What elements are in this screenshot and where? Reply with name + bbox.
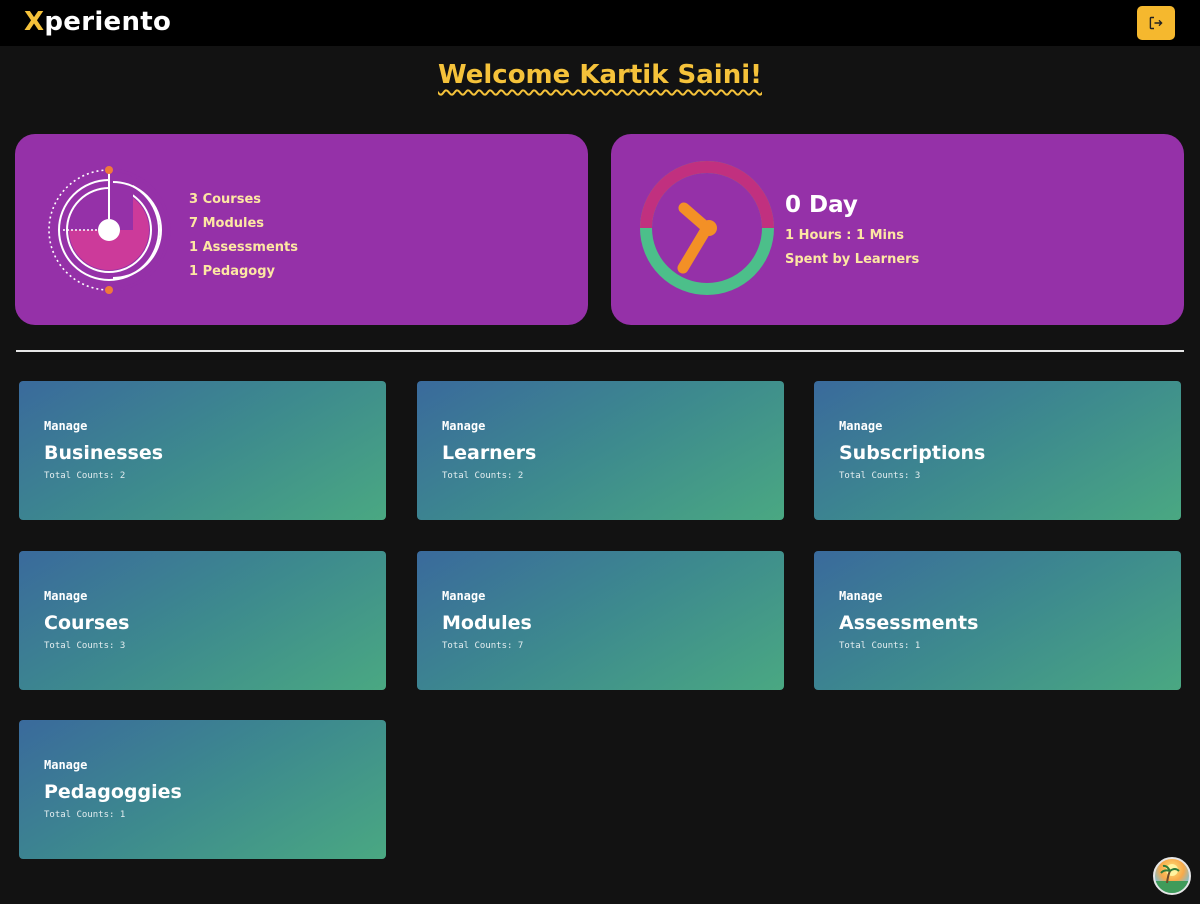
manage-label: Manage: [442, 589, 486, 603]
tile-title: Subscriptions: [839, 442, 986, 464]
tile-count: Total Counts: 3: [44, 641, 126, 651]
logout-button[interactable]: [1137, 6, 1175, 40]
manage-label: Manage: [44, 589, 88, 603]
content-radial-chart: [48, 166, 171, 294]
tile-count: Total Counts: 2: [44, 471, 126, 481]
tile-count: Total Counts: 2: [442, 471, 524, 481]
logout-icon: [1149, 16, 1163, 30]
clock-icon: [640, 161, 774, 295]
welcome-heading: Welcome Kartik Saini!: [437, 60, 762, 90]
tile-title: Learners: [442, 442, 537, 464]
manage-label: Manage: [839, 419, 883, 433]
stat-courses: 3 Courses: [189, 192, 262, 207]
manage-courses-card[interactable]: Manage Courses Total Counts: 3: [19, 551, 386, 690]
days-value: 0 Day: [785, 192, 858, 218]
manage-assessments-card[interactable]: Manage Assessments Total Counts: 1: [814, 551, 1181, 690]
app-logo[interactable]: Xperiento: [24, 7, 171, 37]
tile-title: Courses: [44, 612, 130, 634]
welcome-banner: Welcome Kartik Saini!: [0, 60, 1200, 90]
tile-count: Total Counts: 7: [442, 641, 524, 651]
stat-modules: 7 Modules: [189, 216, 265, 231]
avatar-button[interactable]: [1153, 857, 1191, 895]
learner-time-card: 0 Day 1 Hours : 1 Mins Spent by Learners: [611, 134, 1184, 325]
manage-label: Manage: [839, 589, 883, 603]
tile-count: Total Counts: 3: [839, 471, 921, 481]
manage-label: Manage: [442, 419, 486, 433]
manage-subscriptions-card[interactable]: Manage Subscriptions Total Counts: 3: [814, 381, 1181, 520]
content-stats-list: 3 Courses 7 Modules 1 Assessments 1 Peda…: [189, 188, 298, 284]
tile-count: Total Counts: 1: [44, 810, 126, 820]
stat-pedagogy: 1 Pedagogy: [189, 264, 276, 279]
manage-modules-card[interactable]: Manage Modules Total Counts: 7: [417, 551, 784, 690]
tile-title: Businesses: [44, 442, 164, 464]
tile-title: Assessments: [839, 612, 979, 634]
manage-label: Manage: [44, 419, 88, 433]
palm-island-icon: [1155, 864, 1189, 893]
tile-title: Modules: [442, 612, 532, 634]
top-navbar: Xperiento: [0, 0, 1200, 46]
stat-assessments: 1 Assessments: [189, 240, 298, 255]
tile-count: Total Counts: 1: [839, 641, 921, 651]
manage-label: Manage: [44, 758, 88, 772]
manage-learners-card[interactable]: Manage Learners Total Counts: 2: [417, 381, 784, 520]
manage-businesses-card[interactable]: Manage Businesses Total Counts: 2: [19, 381, 386, 520]
manage-pedagogies-card[interactable]: Manage Pedagoggies Total Counts: 1: [19, 720, 386, 859]
spent-label: Spent by Learners: [785, 252, 920, 267]
tile-title: Pedagoggies: [44, 781, 182, 803]
section-divider: [16, 350, 1184, 352]
content-stats-card: 3 Courses 7 Modules 1 Assessments 1 Peda…: [15, 134, 588, 325]
hours-mins-value: 1 Hours : 1 Mins: [785, 228, 904, 243]
